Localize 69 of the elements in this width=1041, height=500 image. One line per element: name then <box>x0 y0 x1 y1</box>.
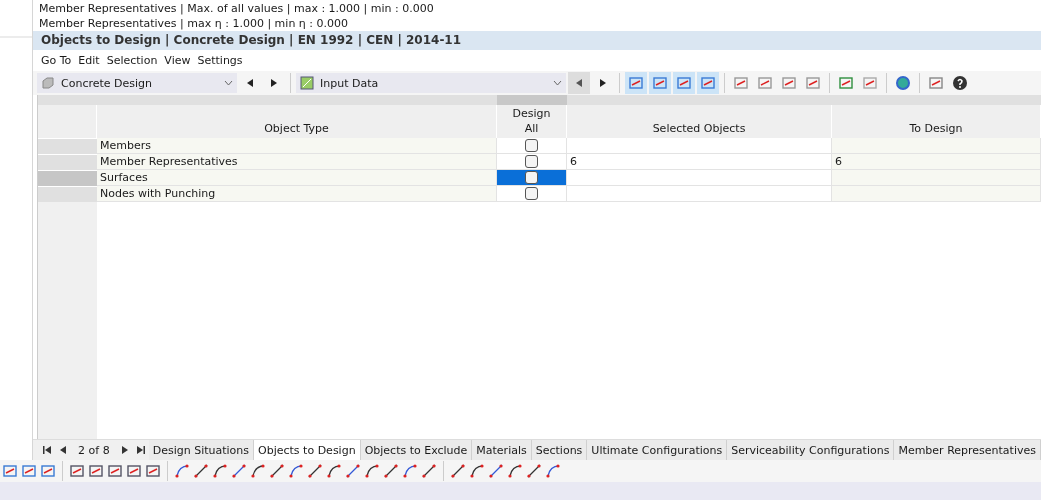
line-tool-icon[interactable] <box>250 463 266 479</box>
object-tool-icon[interactable] <box>145 463 161 479</box>
table-cell: Surfaces <box>97 170 497 186</box>
checkbox[interactable] <box>525 139 538 152</box>
result-info-line: Member Representatives | max η : 1.000 | min η : 0.000 <box>38 16 349 31</box>
object-tool-icon[interactable] <box>88 463 104 479</box>
line-tool-icon[interactable] <box>193 463 209 479</box>
object-tool-icon[interactable] <box>107 463 123 479</box>
table-cell: Nodes with Punching <box>97 186 497 202</box>
line-tool-icon[interactable] <box>174 463 190 479</box>
tab[interactable]: Ultimate Configurations <box>587 440 728 460</box>
chevron-down-icon <box>553 80 562 86</box>
module-dropdown[interactable]: Concrete Design <box>37 73 237 93</box>
tab[interactable]: Member Representatives <box>894 440 1041 460</box>
column-header: Selected Objects <box>567 105 832 138</box>
object-tool-icon[interactable] <box>126 463 142 479</box>
menu-item[interactable]: Selection <box>106 54 158 67</box>
table-icon <box>300 76 314 90</box>
chevron-down-icon <box>224 80 233 86</box>
column-header: Object Type <box>97 105 497 138</box>
line-tool-icon[interactable] <box>488 463 504 479</box>
tab[interactable]: Sections <box>531 440 588 460</box>
table-cell: 6 <box>567 154 832 170</box>
line-tool-icon[interactable] <box>545 463 561 479</box>
column-header: To Design <box>832 105 1041 138</box>
line-tool-icon[interactable] <box>421 463 437 479</box>
line-tool-icon[interactable] <box>402 463 418 479</box>
view-tool-icon[interactable] <box>40 463 56 479</box>
table-dropdown[interactable]: Input Data <box>296 73 566 93</box>
menu-item[interactable]: Settings <box>197 54 243 67</box>
line-tool-icon[interactable] <box>507 463 523 479</box>
result-info-line: Member Representatives | Max. of all values | max : 1.000 | min : 0.000 <box>38 1 435 16</box>
first-page-icon[interactable] <box>42 446 51 454</box>
last-page-icon[interactable] <box>136 446 145 454</box>
previous-page-icon[interactable] <box>59 446 66 454</box>
next-page-icon[interactable] <box>122 446 129 454</box>
line-tool-icon[interactable] <box>364 463 380 479</box>
line-tool-icon[interactable] <box>469 463 485 479</box>
column-header: Design All <box>497 105 567 138</box>
line-tool-icon[interactable] <box>231 463 247 479</box>
line-tool-icon[interactable] <box>383 463 399 479</box>
checkbox[interactable] <box>525 155 538 168</box>
line-tool-icon[interactable] <box>526 463 542 479</box>
line-tool-icon[interactable] <box>288 463 304 479</box>
tab[interactable]: Materials <box>472 440 532 460</box>
line-tool-icon[interactable] <box>307 463 323 479</box>
tab[interactable]: Objects to Design <box>254 440 361 460</box>
tab[interactable]: Design Situations <box>148 440 255 460</box>
cube-icon <box>41 76 55 90</box>
tab[interactable]: Serviceability Configurations <box>727 440 895 460</box>
page-indicator: 2 of 8 <box>77 442 111 459</box>
checkbox[interactable] <box>525 171 538 184</box>
line-tool-icon[interactable] <box>345 463 361 479</box>
checkbox[interactable] <box>525 187 538 200</box>
menu-item[interactable]: Go To <box>41 54 72 67</box>
table-cell: Members <box>97 138 497 154</box>
panel-title: Objects to Design | Concrete Design | EN 1992 | CEN | 2014-11 <box>33 31 1041 50</box>
line-tool-icon[interactable] <box>326 463 342 479</box>
object-tool-icon[interactable] <box>69 463 85 479</box>
menu-item[interactable]: View <box>164 54 191 67</box>
table-cell: Member Representatives <box>97 154 497 170</box>
view-tool-icon[interactable] <box>21 463 37 479</box>
line-tool-icon[interactable] <box>212 463 228 479</box>
view-tool-icon[interactable] <box>2 463 18 479</box>
table-cell: 6 <box>832 154 1041 170</box>
menu-item[interactable]: Edit <box>78 54 100 67</box>
line-tool-icon[interactable] <box>450 463 466 479</box>
tab[interactable]: Objects to Exclude <box>360 440 473 460</box>
line-tool-icon[interactable] <box>269 463 285 479</box>
